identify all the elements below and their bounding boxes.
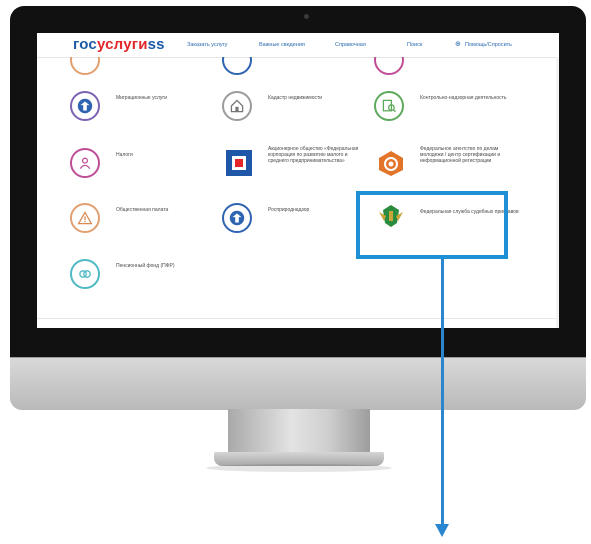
camera-icon xyxy=(304,14,309,19)
coins-icon xyxy=(70,259,100,289)
top-navigation: госуслугиss Заказать услугу Важные сведе… xyxy=(37,33,559,58)
tile-youth-agency[interactable]: Федеральное агентство по делам молодежи … xyxy=(374,146,524,184)
cart-icon[interactable]: ⊕ xyxy=(455,40,461,48)
page-footer-divider xyxy=(37,318,559,319)
tile-label: Акционерное общество «Федеральная корпор… xyxy=(268,146,359,164)
tile-label: Пенсионный фонд (ПФР) xyxy=(116,263,175,269)
nav-link-help[interactable]: Помощь/Спросить xyxy=(465,42,512,48)
corporation-logo-icon xyxy=(222,146,256,180)
tile-migration-services[interactable]: Миграционные услуги xyxy=(70,91,220,125)
tile-label: Миграционные услуги xyxy=(116,95,168,101)
stand-shadow xyxy=(206,464,392,472)
callout-arrow-line xyxy=(441,259,444,527)
monitor-stand xyxy=(228,409,370,455)
tile-rosprirodnadzor[interactable]: Росприроднадзор xyxy=(222,203,372,237)
gosuslugi-logo[interactable]: госуслугиss xyxy=(73,36,165,53)
eagle-emblem-icon xyxy=(222,203,252,233)
tile-label: Общественная палата xyxy=(116,207,169,213)
monitor-chin xyxy=(10,357,586,410)
nav-link-search[interactable]: Поиск xyxy=(407,42,422,48)
tile-label: Кадастр недвижимости xyxy=(268,95,323,101)
warning-icon xyxy=(70,203,100,233)
tile-public-chamber[interactable]: Общественная палата xyxy=(70,203,220,237)
nav-link-important-info[interactable]: Важные сведения xyxy=(259,42,305,48)
people-icon xyxy=(70,148,100,178)
document-search-icon xyxy=(374,91,404,121)
highlight-frame xyxy=(356,191,508,259)
tile-taxes[interactable]: Налоги xyxy=(70,148,220,182)
nav-link-order-service[interactable]: Заказать услугу xyxy=(187,42,227,48)
tile-label: Федеральное агентство по делам молодежи … xyxy=(420,146,501,164)
browser-screen: госуслугиss Заказать услугу Важные сведе… xyxy=(37,33,559,328)
tile-cadastre[interactable]: Кадастр недвижимости xyxy=(222,91,372,125)
arrow-down-icon xyxy=(435,524,449,537)
house-document-icon xyxy=(222,91,252,121)
nav-link-reference[interactable]: Справочная xyxy=(335,42,366,48)
tile-control-supervision[interactable]: Контрольно-надзорная деятельность xyxy=(374,91,524,125)
eagle-emblem-icon xyxy=(70,91,100,121)
scrollbar[interactable] xyxy=(556,57,559,328)
spiral-icon xyxy=(374,146,408,180)
tile-label: Росприроднадзор xyxy=(268,207,310,213)
tile-sme-corporation[interactable]: Акционерное общество «Федеральная корпор… xyxy=(222,146,372,184)
tile-label: Налоги xyxy=(116,152,133,158)
tile-pension-fund[interactable]: Пенсионный фонд (ПФР) xyxy=(70,259,220,293)
tile-label: Контрольно-надзорная деятельность xyxy=(420,95,507,101)
